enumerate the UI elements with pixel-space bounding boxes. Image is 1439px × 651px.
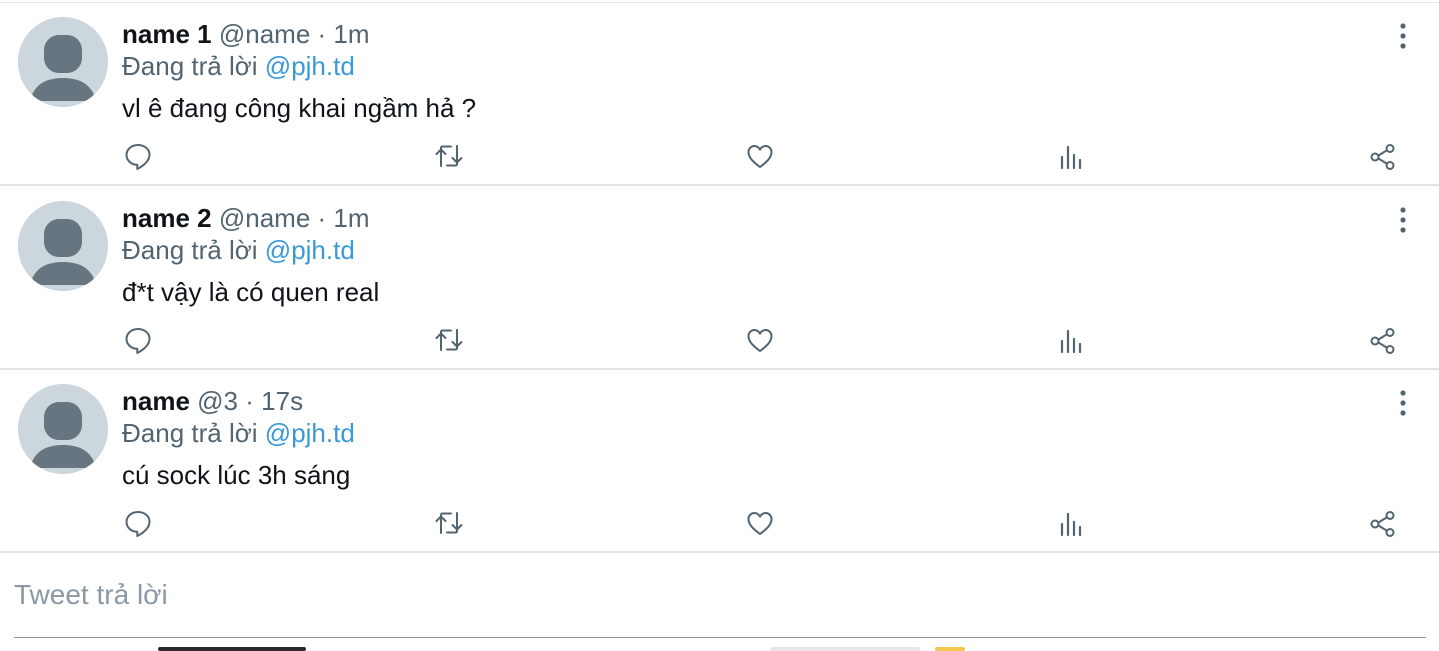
retweet-button[interactable]	[434, 325, 464, 355]
replying-to-label: Đang trả lời	[122, 235, 258, 265]
default-avatar-icon	[18, 384, 108, 474]
share-icon	[1370, 328, 1395, 354]
reply-composer-input[interactable]: Tweet trả lời	[14, 576, 168, 614]
tweet-text: cú sock lúc 3h sáng	[122, 460, 351, 490]
avatar[interactable]	[18, 384, 108, 474]
reply-tweet[interactable]: name 2 @name · 1m Đang trả lời @pjh.td đ…	[0, 187, 1439, 370]
heart-icon	[747, 145, 773, 168]
reply-button[interactable]	[123, 508, 153, 538]
replying-to-mention[interactable]: @pjh.td	[265, 418, 355, 448]
composer-underline	[14, 637, 1426, 638]
share-icon	[1370, 144, 1395, 170]
tweet-text: đ*t vậy là có quen real	[122, 277, 380, 307]
tweet-text: vl ê đang công khai ngầm hả ?	[122, 93, 477, 123]
view-stats-button[interactable]	[1057, 508, 1087, 538]
more-options-button[interactable]	[1390, 203, 1416, 237]
avatar[interactable]	[18, 17, 108, 107]
tweet-header: name @3 · 17s	[122, 384, 303, 418]
reply-button[interactable]	[123, 141, 153, 171]
share-button[interactable]	[1368, 325, 1398, 355]
replying-to-mention[interactable]: @pjh.td	[265, 51, 355, 81]
reply-tweet[interactable]: name 1 @name · 1m Đang trả lời @pjh.td v…	[0, 3, 1439, 186]
user-handle[interactable]: @3	[197, 386, 238, 416]
suggestion-thumbnail	[158, 647, 306, 651]
retweet-button[interactable]	[434, 508, 464, 538]
more-vertical-icon	[1400, 390, 1406, 416]
more-options-button[interactable]	[1390, 386, 1416, 420]
display-name[interactable]: name	[122, 386, 190, 416]
more-vertical-icon	[1400, 23, 1406, 49]
replying-to-mention[interactable]: @pjh.td	[265, 235, 355, 265]
tweet-header: name 1 @name · 1m	[122, 17, 370, 51]
more-vertical-icon	[1400, 207, 1406, 233]
replying-to-line: Đang trả lời @pjh.td	[122, 233, 355, 267]
heart-icon	[747, 329, 773, 352]
separator-dot: ·	[317, 19, 327, 49]
user-handle[interactable]: @name	[219, 19, 310, 49]
suggestion-thumbnail	[770, 647, 920, 651]
tweet-header: name 2 @name · 1m	[122, 201, 370, 235]
reply-tweet[interactable]: name @3 · 17s Đang trả lời @pjh.td cú so…	[0, 370, 1439, 553]
display-name[interactable]: name 1	[122, 19, 212, 49]
retweet-button[interactable]	[434, 141, 464, 171]
timestamp[interactable]: 1m	[333, 19, 369, 49]
keyboard-suggestion-strip	[0, 646, 1439, 651]
replying-to-label: Đang trả lời	[122, 418, 258, 448]
user-handle[interactable]: @name	[219, 203, 310, 233]
retweet-icon	[435, 145, 463, 167]
replying-to-line: Đang trả lời @pjh.td	[122, 49, 355, 83]
default-avatar-icon	[18, 201, 108, 291]
display-name[interactable]: name 2	[122, 203, 212, 233]
view-stats-button[interactable]	[1057, 141, 1087, 171]
reply-icon	[125, 144, 151, 170]
bar-chart-icon	[1060, 145, 1082, 170]
share-button[interactable]	[1368, 508, 1398, 538]
suggestion-thumbnail	[935, 647, 965, 651]
like-button[interactable]	[745, 508, 775, 538]
retweet-icon	[435, 329, 463, 351]
more-options-button[interactable]	[1390, 19, 1416, 53]
timestamp[interactable]: 1m	[333, 203, 369, 233]
default-avatar-icon	[18, 17, 108, 107]
bar-chart-icon	[1060, 512, 1082, 537]
reply-icon	[125, 511, 151, 537]
reply-button[interactable]	[123, 325, 153, 355]
reply-icon	[125, 328, 151, 354]
replying-to-label: Đang trả lời	[122, 51, 258, 81]
separator-dot: ·	[245, 386, 254, 416]
avatar[interactable]	[18, 201, 108, 291]
like-button[interactable]	[745, 325, 775, 355]
share-button[interactable]	[1368, 141, 1398, 171]
heart-icon	[747, 512, 773, 535]
separator-dot: ·	[317, 203, 327, 233]
share-icon	[1370, 511, 1395, 537]
bar-chart-icon	[1060, 329, 1082, 354]
replying-to-line: Đang trả lời @pjh.td	[122, 416, 355, 450]
timestamp[interactable]: 17s	[261, 386, 303, 416]
view-stats-button[interactable]	[1057, 325, 1087, 355]
retweet-icon	[435, 512, 463, 534]
like-button[interactable]	[745, 141, 775, 171]
